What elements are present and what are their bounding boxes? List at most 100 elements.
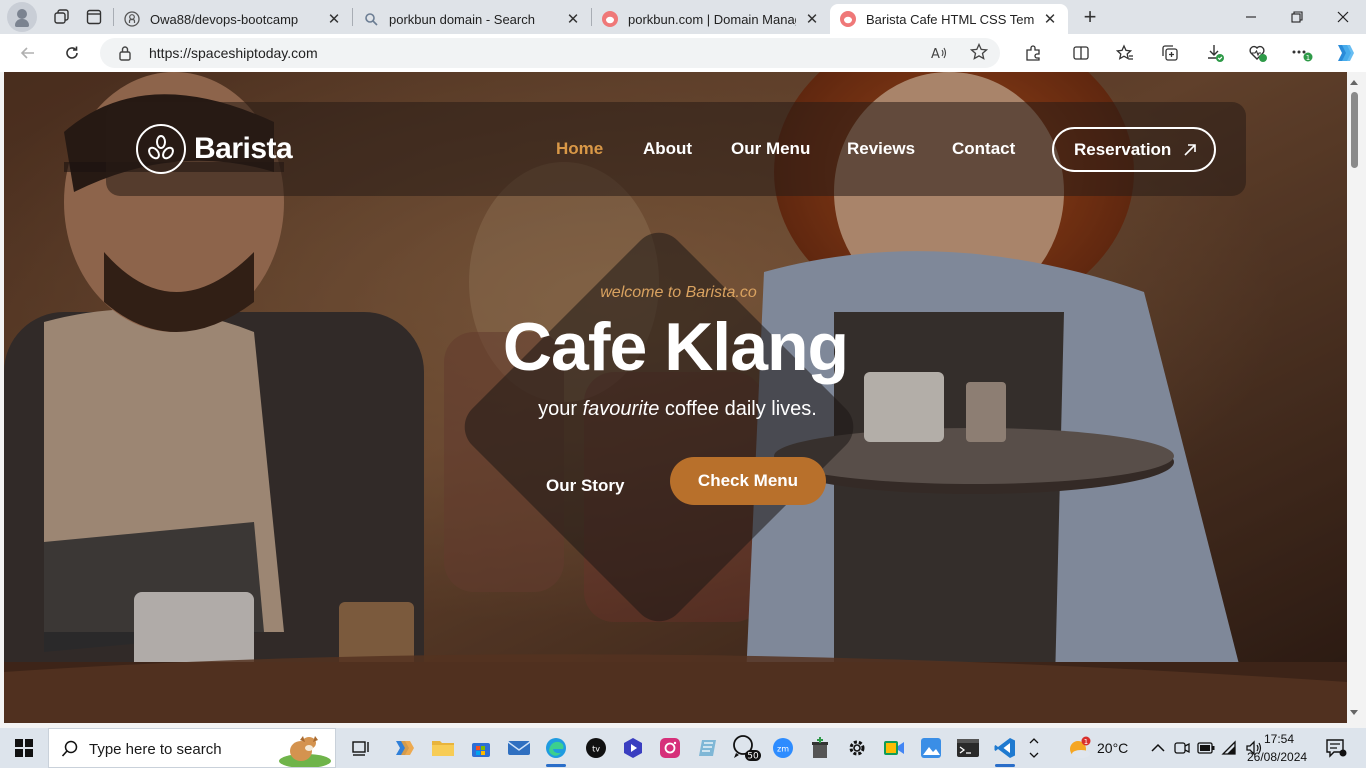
split-screen-icon <box>1073 46 1089 60</box>
windows-logo-icon <box>15 739 33 757</box>
clock-date[interactable]: 26/08/2024 <box>1247 750 1307 764</box>
nav-about[interactable]: About <box>643 139 692 159</box>
copilot-app[interactable] <box>388 733 420 763</box>
archive-icon <box>812 737 828 758</box>
settings-more-button[interactable]: 1 <box>1288 39 1316 67</box>
store-icon <box>472 743 490 757</box>
refresh-button[interactable] <box>58 39 86 67</box>
scroll-down-arrow-icon[interactable] <box>1350 710 1358 715</box>
favorites-icon <box>1116 44 1133 60</box>
file-explorer-app[interactable] <box>427 733 459 763</box>
archive-app[interactable] <box>804 733 836 763</box>
play-hexagon-icon <box>624 738 642 758</box>
photos-app[interactable] <box>915 733 947 763</box>
check-menu-button[interactable]: Check Menu <box>670 457 826 505</box>
tab-search[interactable]: porkbun domain - Search ✕ <box>353 4 591 34</box>
close-tab-icon[interactable]: ✕ <box>804 11 820 28</box>
page-viewport: Barista Home About Our Menu Reviews Cont… <box>4 72 1347 723</box>
weather-temperature[interactable]: 20°C <box>1097 740 1128 756</box>
restore-button[interactable] <box>1274 0 1320 34</box>
tagline-emphasis: favourite <box>582 398 660 420</box>
photos-icon <box>921 738 941 758</box>
tab-actions-icon <box>86 9 102 25</box>
tray-overflow-arrow[interactable] <box>1026 733 1042 763</box>
instagram-icon <box>660 738 680 758</box>
minimize-button[interactable] <box>1228 0 1274 34</box>
weather-widget-icon[interactable]: 1 <box>1064 733 1096 763</box>
porkbun-icon <box>840 11 856 27</box>
svg-text:zm: zm <box>777 745 789 754</box>
coffee-bean-logo-icon <box>136 124 186 174</box>
collections-button[interactable] <box>1156 39 1184 67</box>
zoom-app[interactable]: zm <box>767 733 799 763</box>
favorite-star-icon[interactable] <box>969 42 989 66</box>
apple-tv-icon: tv <box>586 738 606 758</box>
tab-porkbun[interactable]: porkbun.com | Domain Managem ✕ <box>592 4 830 34</box>
more-dots-icon: 1 <box>1292 50 1313 62</box>
workspaces-button[interactable] <box>47 3 77 31</box>
svg-text:50: 50 <box>747 752 759 762</box>
person-icon <box>17 9 27 19</box>
settings-app[interactable] <box>841 733 873 763</box>
wifi-icon[interactable] <box>1218 733 1242 763</box>
vscode-app[interactable] <box>989 733 1021 767</box>
downloads-button[interactable] <box>1201 39 1229 67</box>
clock-time[interactable]: 17:54 <box>1264 732 1294 746</box>
edge-app[interactable] <box>540 733 572 767</box>
tab-barista[interactable]: Barista Cafe HTML CSS Template ✕ <box>830 4 1068 34</box>
split-screen-button[interactable] <box>1067 39 1095 67</box>
search-icon <box>363 11 379 27</box>
task-view-button[interactable] <box>344 733 376 763</box>
back-arrow-icon <box>20 47 34 59</box>
close-tab-icon[interactable]: ✕ <box>1042 11 1058 28</box>
new-tab-button[interactable]: + <box>1076 3 1104 31</box>
microsoft-store-app[interactable] <box>465 733 497 763</box>
scrollbar-thumb[interactable] <box>1351 92 1358 168</box>
reservation-button[interactable]: Reservation <box>1052 127 1216 172</box>
lock-icon[interactable] <box>118 45 132 66</box>
terminal-app[interactable] <box>952 733 984 763</box>
chevron-up-down-icon <box>1029 738 1039 758</box>
windows-taskbar: Type here to search tv 50 zm 1 20°C 17:5… <box>0 728 1366 768</box>
read-aloud-icon[interactable]: A <box>930 44 948 67</box>
tab-github[interactable]: Owa88/devops-bootcamp ✕ <box>114 4 352 34</box>
brand-link[interactable]: Barista <box>136 124 293 174</box>
page-scrollbar[interactable] <box>1347 72 1362 723</box>
show-hidden-icons-button[interactable] <box>1146 733 1170 763</box>
notifications-button[interactable] <box>1320 733 1352 763</box>
tab-title: porkbun domain - Search <box>389 11 535 27</box>
edge-icon <box>546 738 566 758</box>
tab-title: Barista Cafe HTML CSS Template <box>866 11 1034 27</box>
google-meet-app[interactable] <box>878 733 910 763</box>
meet-now-icon[interactable] <box>1170 733 1194 763</box>
nav-contact[interactable]: Contact <box>952 139 1015 159</box>
apple-tv-app[interactable]: tv <box>580 733 612 763</box>
url-text[interactable]: https://spaceshiptoday.com <box>149 45 318 61</box>
close-tab-icon[interactable]: ✕ <box>326 11 342 28</box>
nav-reviews[interactable]: Reviews <box>847 139 915 159</box>
instagram-app[interactable] <box>654 733 686 763</box>
start-button[interactable] <box>0 728 48 768</box>
vertical-tabs-button[interactable] <box>79 3 109 31</box>
scroll-up-arrow-icon[interactable] <box>1350 80 1358 85</box>
prime-video-app[interactable] <box>617 733 649 763</box>
nav-our-menu[interactable]: Our Menu <box>731 139 810 159</box>
favorites-button[interactable] <box>1111 39 1139 67</box>
performance-button[interactable] <box>1244 39 1272 67</box>
notes-app[interactable] <box>692 733 724 763</box>
close-icon <box>1337 11 1349 23</box>
extensions-button[interactable] <box>1019 39 1047 67</box>
battery-icon[interactable] <box>1194 733 1218 763</box>
close-tab-icon[interactable]: ✕ <box>565 11 581 28</box>
task-view-icon <box>352 741 369 756</box>
profile-avatar[interactable] <box>7 2 37 32</box>
copilot-button[interactable] <box>1330 39 1358 67</box>
back-button[interactable] <box>14 39 42 67</box>
nav-home[interactable]: Home <box>556 139 603 159</box>
mail-app[interactable] <box>503 733 535 763</box>
taskbar-search-box[interactable]: Type here to search <box>48 728 336 768</box>
close-window-button[interactable] <box>1320 0 1366 34</box>
address-bar[interactable]: https://spaceshiptoday.com A <box>100 38 1000 68</box>
our-story-button[interactable]: Our Story <box>546 476 624 496</box>
whatsapp-app[interactable]: 50 <box>730 733 762 763</box>
